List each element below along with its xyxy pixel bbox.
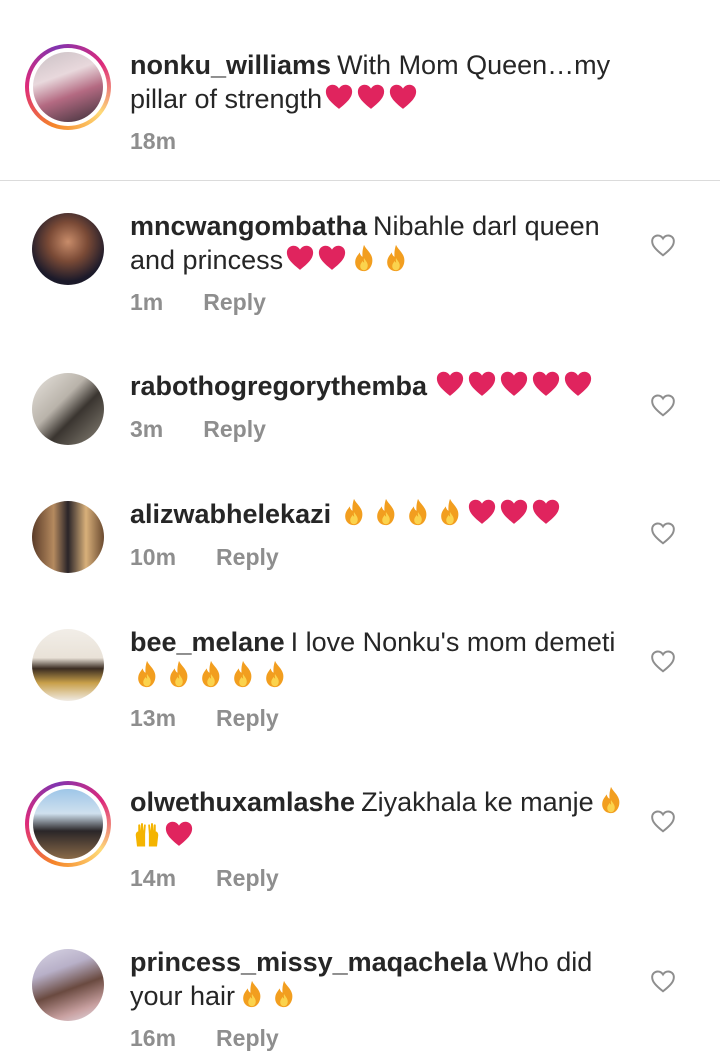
avatar[interactable] <box>25 781 111 867</box>
reply-button[interactable]: Reply <box>216 544 279 570</box>
comment-emojis <box>235 980 299 1011</box>
heart-emoji-icon <box>500 371 528 396</box>
comment-username[interactable]: olwethuxamlashe <box>130 787 355 817</box>
raised-hands-emoji-icon <box>135 823 159 847</box>
divider <box>0 180 720 181</box>
fire-emoji-icon <box>601 786 620 814</box>
like-heart-icon[interactable] <box>650 393 676 417</box>
reply-button[interactable]: Reply <box>216 1025 279 1051</box>
comment-username[interactable]: mncwangombatha <box>130 211 367 241</box>
comment-row: mncwangombatha Nibahle darl queen and pri… <box>0 205 720 335</box>
comment-row: bee_melane I love Nonku's mom demeti 13m R… <box>0 621 720 751</box>
heart-emoji-icon <box>500 499 528 524</box>
fire-emoji-icon <box>243 980 261 1008</box>
comment-time: 14m <box>130 865 177 891</box>
comment-time: 13m <box>130 705 177 731</box>
reply-button[interactable]: Reply <box>216 705 279 731</box>
fire-emoji-icon <box>409 498 427 526</box>
fire-emoji-icon <box>202 660 220 688</box>
like-heart-icon[interactable] <box>650 233 676 257</box>
comment-username[interactable]: bee_melane <box>130 627 285 657</box>
comment-row: olwethuxamlashe Ziyakhala ke manje 14m Rep… <box>0 781 720 911</box>
comment-text: Ziyakhala ke manje <box>361 787 594 817</box>
heart-emoji-icon <box>165 821 193 846</box>
heart-emoji-icon <box>564 371 592 396</box>
like-heart-icon[interactable] <box>650 969 676 993</box>
fire-emoji-icon <box>138 660 156 688</box>
caption-username[interactable]: nonku_williams <box>130 50 331 80</box>
comment-row: alizwabhelekazi 10m Reply <box>0 493 720 603</box>
reply-button[interactable]: Reply <box>203 289 266 315</box>
fire-emoji-icon <box>377 498 395 526</box>
reply-button[interactable]: Reply <box>203 416 266 442</box>
like-heart-icon[interactable] <box>650 649 676 673</box>
fire-emoji-icon <box>170 660 188 688</box>
comment-time: 1m <box>130 289 164 315</box>
fire-emoji-icon <box>355 244 373 272</box>
comment-row: princess_missy_maqachela Who did your hai… <box>0 941 720 1054</box>
avatar[interactable] <box>32 629 104 701</box>
comment-time: 10m <box>130 544 177 570</box>
fire-emoji-icon <box>275 980 293 1008</box>
heart-emoji-icon <box>389 84 417 109</box>
heart-emoji-icon <box>318 245 346 270</box>
heart-emoji-icon <box>532 499 560 524</box>
comment-time: 16m <box>130 1025 177 1051</box>
heart-emoji-icon <box>286 245 314 270</box>
heart-emoji-icon <box>325 84 353 109</box>
comment-row: rabothogregorythemba 3m Reply <box>0 365 720 475</box>
comment-username[interactable]: princess_missy_maqachela <box>130 947 487 977</box>
heart-emoji-icon <box>436 371 464 396</box>
comment-emojis <box>337 498 561 529</box>
like-heart-icon[interactable] <box>650 809 676 833</box>
comment-username[interactable]: rabothogregorythemba <box>130 371 427 401</box>
avatar[interactable] <box>32 501 104 573</box>
fire-emoji-icon <box>345 498 363 526</box>
fire-emoji-icon <box>234 660 252 688</box>
fire-emoji-icon <box>266 660 284 688</box>
like-heart-icon[interactable] <box>650 521 676 545</box>
comment-text: I love Nonku's mom demeti <box>290 627 616 657</box>
comment-emojis <box>130 660 290 691</box>
comment-username[interactable]: alizwabhelekazi <box>130 499 331 529</box>
comment-emojis <box>433 371 593 401</box>
heart-emoji-icon <box>468 371 496 396</box>
avatar[interactable] <box>32 949 104 1021</box>
comment-time: 3m <box>130 416 164 442</box>
heart-emoji-icon <box>357 84 385 109</box>
fire-emoji-icon <box>387 244 405 272</box>
caption-time: 18m <box>130 128 177 154</box>
avatar[interactable] <box>25 44 111 130</box>
post-caption: nonku_williams With Mom Queen…my pillar o… <box>0 0 720 180</box>
heart-emoji-icon <box>532 371 560 396</box>
fire-emoji-icon <box>441 498 459 526</box>
avatar[interactable] <box>32 373 104 445</box>
avatar[interactable] <box>32 213 104 285</box>
caption-emojis <box>322 84 418 114</box>
reply-button[interactable]: Reply <box>216 865 279 891</box>
comment-emojis <box>283 244 411 275</box>
heart-emoji-icon <box>468 499 496 524</box>
